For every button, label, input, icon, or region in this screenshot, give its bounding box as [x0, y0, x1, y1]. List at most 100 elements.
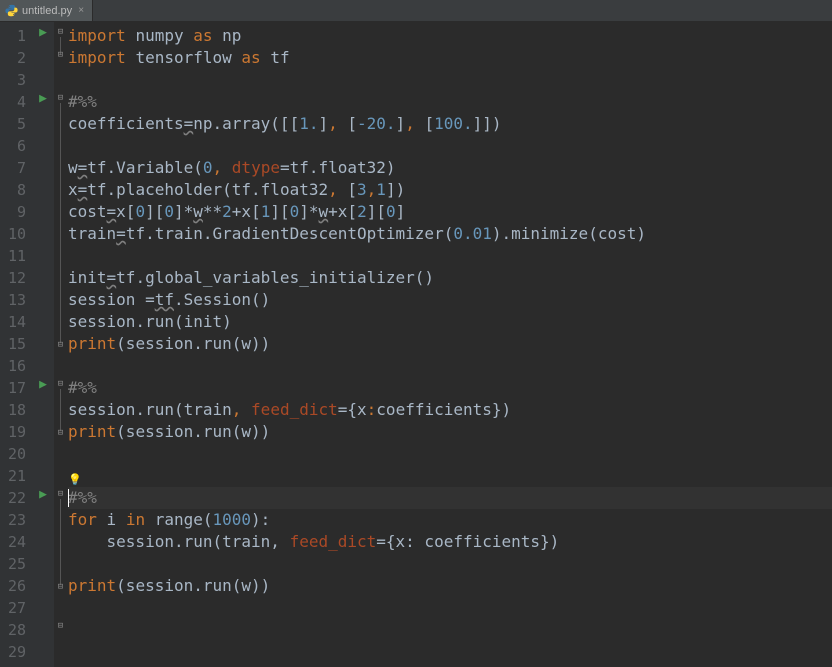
run-gutter-slot: [32, 220, 54, 242]
run-gutter-slot: [32, 440, 54, 462]
run-cell-icon[interactable]: ▶: [32, 22, 54, 44]
code-line[interactable]: session =tf.Session(): [68, 289, 832, 311]
line-number: 17: [0, 377, 26, 399]
code-line[interactable]: x=tf.placeholder(tf.float32, [3,1]): [68, 179, 832, 201]
fold-mark-icon[interactable]: ⊟: [56, 51, 65, 60]
fold-mark-icon[interactable]: ⊟: [56, 380, 65, 389]
line-number: 25: [0, 553, 26, 575]
fold-mark-icon[interactable]: ⊟: [56, 94, 65, 103]
fold-mark-icon[interactable]: ⊟: [56, 429, 65, 438]
code-line[interactable]: [68, 135, 832, 157]
line-number: 6: [0, 135, 26, 157]
run-gutter-slot: [32, 550, 54, 572]
close-icon[interactable]: ×: [76, 6, 86, 16]
run-gutter-slot: [32, 154, 54, 176]
fold-mark-icon[interactable]: ⊟: [56, 341, 65, 350]
line-number: 2: [0, 47, 26, 69]
line-number: 3: [0, 69, 26, 91]
run-gutter-slot: [32, 572, 54, 594]
fold-mark-icon[interactable]: ⊟: [56, 28, 65, 37]
run-cell-icon[interactable]: ▶: [32, 484, 54, 506]
run-gutter-slot: [32, 66, 54, 88]
line-number: 23: [0, 509, 26, 531]
code-line[interactable]: import numpy as np: [68, 25, 832, 47]
fold-line: [60, 499, 61, 585]
line-number: 21: [0, 465, 26, 487]
line-number: 20: [0, 443, 26, 465]
line-number: 24: [0, 531, 26, 553]
code-line[interactable]: [68, 553, 832, 575]
code-line[interactable]: [68, 641, 832, 663]
line-number: 28: [0, 619, 26, 641]
run-gutter-slot: [32, 594, 54, 616]
line-number: 4: [0, 91, 26, 113]
line-number: 5: [0, 113, 26, 135]
run-gutter-slot: [32, 264, 54, 286]
run-gutter-slot: [32, 462, 54, 484]
run-cell-icon[interactable]: ▶: [32, 88, 54, 110]
run-gutter-slot: [32, 110, 54, 132]
code-line[interactable]: init=tf.global_variables_initializer(): [68, 267, 832, 289]
line-number: 29: [0, 641, 26, 663]
line-number: 12: [0, 267, 26, 289]
run-gutter: ▶ ▶ ▶ ▶: [32, 22, 54, 667]
code-line[interactable]: train=tf.train.GradientDescentOptimizer(…: [68, 223, 832, 245]
line-number: 16: [0, 355, 26, 377]
line-number: 7: [0, 157, 26, 179]
line-number: 15: [0, 333, 26, 355]
code-line[interactable]: session.run(train, feed_dict={x: coeffic…: [68, 531, 832, 553]
fold-gutter: ⊟ ⊟ ⊟ ⊟ ⊟ ⊟ ⊟ ⊟ ⊟: [54, 22, 68, 667]
run-gutter-slot: [32, 506, 54, 528]
run-gutter-slot: [32, 616, 54, 638]
code-line[interactable]: [68, 69, 832, 91]
code-line[interactable]: 💡: [68, 465, 832, 487]
line-number: 8: [0, 179, 26, 201]
code-line[interactable]: coefficients=np.array([[1.], [-20.], [10…: [68, 113, 832, 135]
code-line[interactable]: print(session.run(w)): [68, 421, 832, 443]
run-gutter-slot: [32, 44, 54, 66]
code-line[interactable]: [68, 443, 832, 465]
code-line[interactable]: cost=x[0][0]*w**2+x[1][0]*w+x[2][0]: [68, 201, 832, 223]
code-line[interactable]: [68, 597, 832, 619]
text-caret: [68, 489, 69, 507]
run-gutter-slot: [32, 242, 54, 264]
run-gutter-slot: [32, 418, 54, 440]
line-number: 22: [0, 487, 26, 509]
code-area[interactable]: import numpy as npimport tensorflow as t…: [68, 22, 832, 667]
run-gutter-slot: [32, 198, 54, 220]
code-line[interactable]: w=tf.Variable(0, dtype=tf.float32): [68, 157, 832, 179]
line-number: 9: [0, 201, 26, 223]
code-line[interactable]: import tensorflow as tf: [68, 47, 832, 69]
code-line[interactable]: #%%: [68, 377, 832, 399]
python-file-icon: [4, 4, 18, 18]
code-line[interactable]: session.run(train, feed_dict={x:coeffici…: [68, 399, 832, 421]
code-line[interactable]: for i in range(1000):: [68, 509, 832, 531]
code-line[interactable]: print(session.run(w)): [68, 575, 832, 597]
fold-line: [60, 389, 61, 431]
fold-line: [60, 103, 61, 343]
code-line[interactable]: [68, 245, 832, 267]
line-number: 14: [0, 311, 26, 333]
run-gutter-slot: [32, 396, 54, 418]
run-gutter-slot: [32, 528, 54, 550]
run-gutter-slot: [32, 286, 54, 308]
code-line[interactable]: #%%: [68, 91, 832, 113]
code-line[interactable]: #%%: [68, 487, 832, 509]
code-line[interactable]: [68, 355, 832, 377]
code-line[interactable]: print(session.run(w)): [68, 333, 832, 355]
code-editor[interactable]: 1234567891011121314151617181920212223242…: [0, 22, 832, 667]
code-line[interactable]: session.run(init): [68, 311, 832, 333]
code-line[interactable]: [68, 619, 832, 641]
line-number-gutter: 1234567891011121314151617181920212223242…: [0, 22, 32, 667]
fold-mark-icon[interactable]: ⊟: [56, 622, 65, 631]
run-gutter-slot: [32, 352, 54, 374]
fold-mark-icon[interactable]: ⊟: [56, 583, 65, 592]
run-gutter-slot: [32, 132, 54, 154]
file-tab[interactable]: untitled.py ×: [0, 0, 93, 21]
tab-bar: untitled.py ×: [0, 0, 832, 22]
run-gutter-slot: [32, 176, 54, 198]
line-number: 18: [0, 399, 26, 421]
line-number: 27: [0, 597, 26, 619]
run-cell-icon[interactable]: ▶: [32, 374, 54, 396]
fold-mark-icon[interactable]: ⊟: [56, 490, 65, 499]
